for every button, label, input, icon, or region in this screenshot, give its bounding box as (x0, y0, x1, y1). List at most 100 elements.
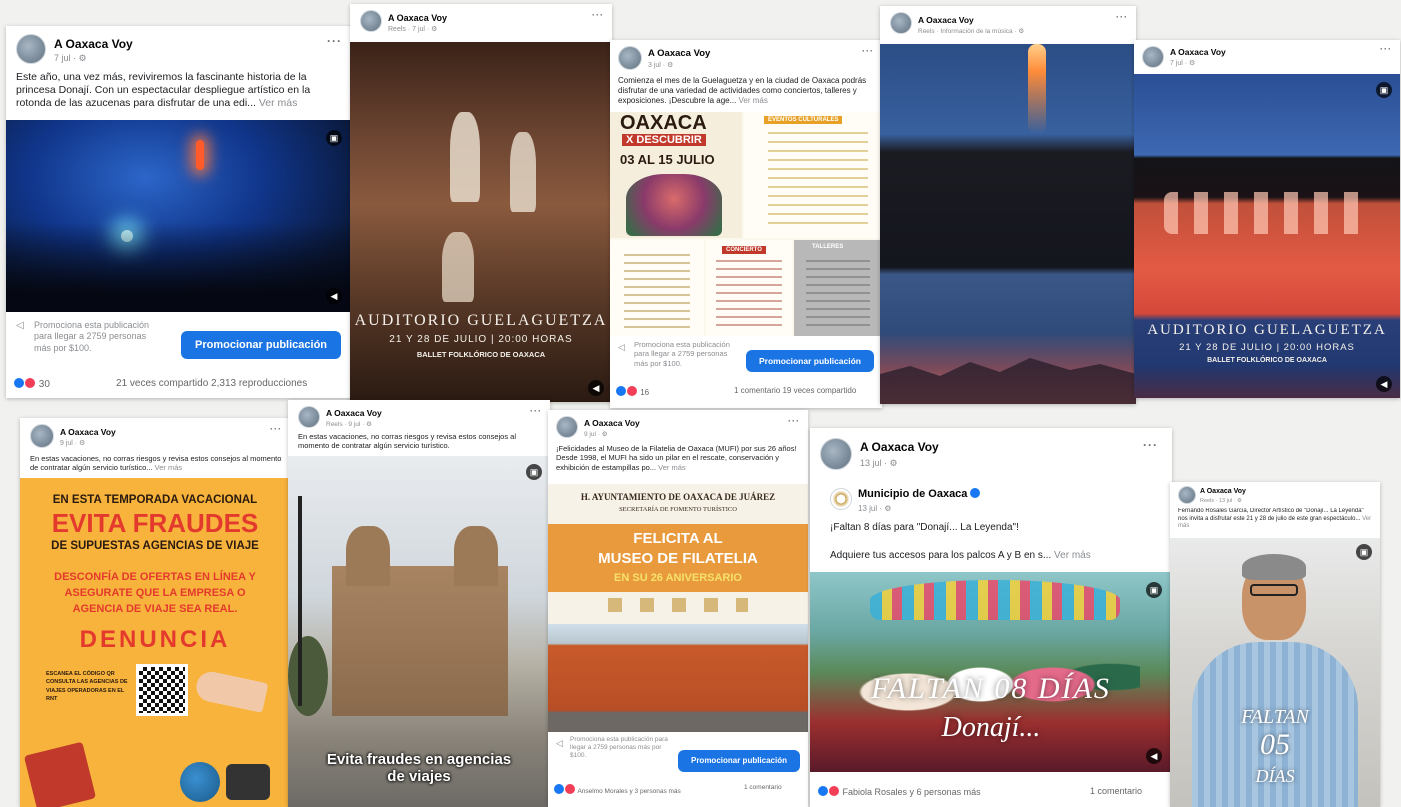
reel-donaji-director: A Oaxaca Voy Reels · 13 jul · ⚙ Fernando… (1170, 482, 1380, 807)
volume-icon[interactable]: ◀ (588, 380, 604, 396)
see-more-link[interactable]: Ver más (259, 97, 298, 109)
megaphone-icon: ◁ (556, 738, 563, 748)
video-badge-icon: ▣ (1356, 544, 1372, 560)
show-title: AUDITORIO GUELAGUETZA (1147, 322, 1387, 338)
page-avatar[interactable] (890, 12, 912, 34)
dancer (442, 232, 474, 302)
more-options-icon[interactable]: ··· (1116, 12, 1128, 22)
promote-post-button[interactable]: Promocionar publicación (746, 350, 874, 372)
overlay-number: 05 (1260, 728, 1290, 761)
volume-icon[interactable]: ◀ (326, 288, 342, 304)
reel-video[interactable]: FALTAN 05 DÍAS ▣ (1170, 538, 1380, 807)
page-name[interactable]: A Oaxaca Voy (860, 440, 939, 454)
page-name[interactable]: A Oaxaca Voy (918, 15, 974, 25)
see-more-link[interactable]: Ver más (155, 463, 183, 472)
post-meta[interactable]: 9 jul · ⚙ (584, 430, 608, 438)
promo-text: Promociona esta publicación para llegar … (634, 340, 730, 368)
page-avatar[interactable] (618, 46, 642, 70)
reel-video[interactable]: Evita fraudes en agencias de viajes ▣ (288, 456, 550, 807)
more-options-icon[interactable]: ··· (592, 10, 604, 20)
more-options-icon[interactable]: ··· (530, 406, 542, 416)
post-meta[interactable]: Reels · 9 jul · ⚙ (326, 420, 372, 428)
reel-video[interactable]: AUDITORIO GUELAGUETZA 21 Y 28 DE JULIO |… (350, 42, 612, 402)
post-card-donaji-leyenda: A Oaxaca Voy 13 jul · ⚙ ··· Municipio de… (810, 428, 1172, 807)
more-options-icon[interactable]: ··· (788, 416, 800, 426)
poster-section-cultural: EVENTOS CULTURALES (764, 116, 843, 124)
reactions-count[interactable]: 16 (616, 386, 649, 397)
see-more-link[interactable]: Ver más (658, 463, 686, 472)
page-name[interactable]: A Oaxaca Voy (1170, 47, 1226, 57)
page-avatar[interactable] (16, 34, 46, 64)
page-name[interactable]: A Oaxaca Voy (326, 408, 382, 418)
event-poster[interactable]: OAXACA X DESCUBRIR 03 AL 15 JULIO EVENTO… (610, 112, 882, 336)
reactions-names: Fabiola Rosales y 6 personas más (842, 787, 981, 797)
reactions-count[interactable]: Anselmo Morales y 3 personas más (554, 784, 681, 795)
shared-post-meta[interactable]: 13 jul · ⚙ (858, 504, 891, 513)
shared-video[interactable]: FALTAN 08 DÍAS Donají... ▣ ◀ (810, 572, 1172, 772)
see-more-link[interactable]: Ver más (1054, 550, 1091, 561)
page-name[interactable]: A Oaxaca Voy (648, 48, 710, 59)
promote-post-button[interactable]: Promocionar publicación (678, 750, 800, 772)
see-more-link[interactable]: Ver más (739, 96, 768, 105)
page-name[interactable]: A Oaxaca Voy (388, 13, 447, 23)
post-meta[interactable]: Reels · Información de la música · ⚙ (918, 27, 1024, 35)
post-stats[interactable]: 21 veces compartido 2,313 reproducciones (116, 378, 307, 389)
post-meta[interactable]: Reels · 7 jul · ⚙ (388, 25, 437, 33)
post-meta[interactable]: 13 jul · ⚙ (860, 458, 898, 469)
page-name[interactable]: A Oaxaca Voy (60, 427, 116, 437)
page-avatar[interactable] (360, 10, 382, 32)
reactions-number: 30 (38, 379, 50, 390)
promo-text: Promociona esta publicación para llegar … (34, 320, 150, 353)
love-reaction-icon (25, 378, 35, 388)
post-video[interactable]: ▣ ◀ (6, 120, 354, 312)
page-name[interactable]: A Oaxaca Voy (54, 37, 133, 51)
post-meta[interactable]: 3 jul · ⚙ (648, 61, 673, 69)
museum-building (548, 624, 808, 732)
fraud-warning-image[interactable]: EN ESTA TEMPORADA VACACIONAL EVITA FRAUD… (20, 478, 290, 807)
post-video[interactable]: AUDITORIO GUELAGUETZA 21 Y 28 DE JULIO |… (1134, 74, 1400, 398)
post-meta[interactable]: 7 jul · ⚙ (1170, 59, 1195, 67)
volume-icon[interactable]: ◀ (1376, 376, 1392, 392)
like-reaction-icon (554, 784, 564, 794)
promote-post-button[interactable]: Promocionar publicación (181, 331, 341, 359)
shared-page-avatar[interactable] (830, 488, 852, 510)
tree (288, 636, 328, 716)
qr-code-icon[interactable] (136, 664, 188, 716)
page-avatar[interactable] (1142, 46, 1164, 68)
post-stats[interactable]: 1 comentario (1090, 786, 1142, 796)
post-meta[interactable]: 7 jul · ⚙ (54, 53, 87, 64)
reel-video[interactable] (880, 44, 1136, 404)
warning-line4: DESCONFÍA DE OFERTAS EN LÍNEA Y ASEGURAT… (54, 571, 256, 615)
page-name[interactable]: A Oaxaca Voy (1200, 488, 1246, 495)
globe-illustration (180, 762, 220, 802)
page-avatar[interactable] (30, 424, 54, 448)
post-stats[interactable]: 1 comentario 19 veces compartido (734, 386, 856, 395)
phone-hand-illustration (193, 669, 269, 713)
reactions-number: 16 (640, 388, 650, 397)
more-options-icon[interactable]: ··· (327, 34, 342, 48)
page-name[interactable]: A Oaxaca Voy (584, 418, 640, 428)
video-badge-icon: ▣ (1376, 82, 1392, 98)
shared-page-name[interactable]: Municipio de Oaxaca (858, 488, 981, 500)
more-options-icon[interactable]: ··· (1143, 438, 1158, 452)
page-avatar[interactable] (556, 416, 578, 438)
warning-line5: DENUNCIA (79, 626, 231, 653)
anniversary-banner: FELICITA AL MUSEO DE FILATELIA EN SU 26 … (548, 524, 808, 592)
page-avatar[interactable] (1178, 486, 1196, 504)
museum-anniversary-image[interactable]: H. AYUNTAMIENTO DE OAXACA DE JUÁREZ SECR… (548, 484, 808, 732)
page-avatar[interactable] (820, 438, 852, 470)
reactions-count[interactable]: 30 (14, 378, 50, 390)
reactions-count[interactable]: Fabiola Rosales y 6 personas más (818, 786, 981, 797)
volume-icon[interactable]: ◀ (1146, 748, 1162, 764)
post-meta[interactable]: 9 jul · ⚙ (60, 439, 85, 447)
dancers-row (1164, 192, 1374, 234)
video-badge-icon: ▣ (326, 130, 342, 146)
post-meta[interactable]: Reels · 13 jul · ⚙ (1200, 498, 1242, 504)
more-options-icon[interactable]: ··· (1380, 44, 1392, 54)
post-stats[interactable]: 1 comentario (744, 784, 782, 791)
more-options-icon[interactable]: ··· (270, 424, 282, 434)
more-options-icon[interactable]: ··· (862, 46, 874, 56)
page-avatar[interactable] (298, 406, 320, 428)
post-card-museo-filatelia: A Oaxaca Voy 9 jul · ⚙ ··· ¡Felicidades … (548, 410, 808, 807)
feather-headdress (870, 580, 1120, 620)
